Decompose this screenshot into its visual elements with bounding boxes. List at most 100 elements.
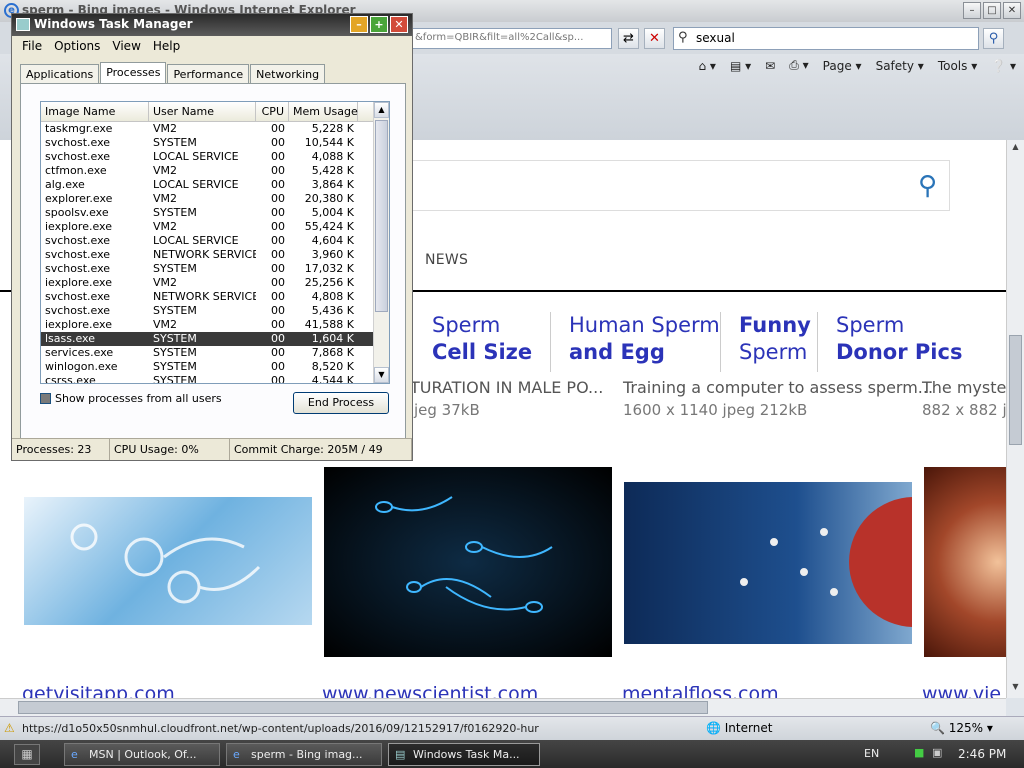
feeds-icon[interactable]: ▤ ▾ — [730, 59, 751, 73]
tab-applications[interactable]: Applications — [20, 64, 100, 84]
process-row[interactable]: svchost.exe LOCAL SERVICE 00 4,088 K — [41, 150, 389, 164]
process-row[interactable]: ctfmon.exe VM2 00 5,428 K — [41, 164, 389, 178]
related-search-4[interactable]: Sperm Donor Pics — [817, 312, 962, 372]
address-bar[interactable]: &form=QBIR&filt=all%2Call&sp... — [410, 28, 612, 49]
scroll-up-icon[interactable]: ▲ — [1009, 142, 1022, 156]
related-search-3[interactable]: Funny Sperm — [720, 312, 811, 372]
zoom-level[interactable]: 🔍 125% ▾ — [930, 721, 993, 735]
network-icon[interactable]: ▣ — [932, 746, 942, 759]
page-vertical-scrollbar[interactable]: ▲ ▼ — [1006, 140, 1024, 698]
close-button[interactable]: ✕ — [390, 16, 408, 33]
scroll-thumb[interactable] — [1009, 335, 1022, 445]
menu-file[interactable]: File — [18, 36, 50, 56]
process-list[interactable]: Image Name User Name CPU Mem Usage taskm… — [40, 101, 390, 384]
maximize-button[interactable]: □ — [983, 2, 1001, 19]
process-row[interactable]: lsass.exe SYSTEM 00 1,604 K — [41, 332, 389, 346]
process-row[interactable]: services.exe SYSTEM 00 7,868 K — [41, 346, 389, 360]
taskbar-button-ie[interactable]: e sperm - Bing imag... — [226, 743, 382, 766]
language-indicator[interactable]: EN — [864, 747, 879, 760]
image-caption-title[interactable]: TURATION IN MALE PO... — [410, 378, 603, 397]
bing-search-box[interactable]: ⚲ — [410, 160, 950, 211]
image-thumbnail[interactable] — [924, 467, 1006, 657]
process-row[interactable]: svchost.exe NETWORK SERVICE 00 3,960 K — [41, 248, 389, 262]
process-row[interactable]: iexplore.exe VM2 00 55,424 K — [41, 220, 389, 234]
taskbar-button-task-manager[interactable]: ▤ Windows Task Ma... — [388, 743, 540, 766]
image-source-link[interactable]: mentalfloss.com — [622, 683, 779, 698]
image-caption-title[interactable]: The myster — [922, 378, 1006, 397]
image-thumbnail[interactable] — [324, 467, 612, 657]
process-row[interactable]: csrss.exe SYSTEM 00 4,544 K — [41, 374, 389, 383]
column-cpu[interactable]: CPU — [256, 102, 289, 121]
task-manager-title-bar[interactable]: Windows Task Manager – + ✕ — [12, 14, 412, 36]
safety-menu[interactable]: Safety ▾ — [876, 59, 924, 73]
status-url: https://d1o50x50snmhul.cloudfront.net/wp… — [22, 722, 539, 735]
scroll-down-icon[interactable]: ▼ — [374, 367, 389, 383]
image-thumbnail[interactable] — [24, 497, 312, 625]
refresh-icon[interactable]: ⇄ — [618, 28, 639, 49]
tools-menu[interactable]: Tools ▾ — [938, 59, 977, 73]
tab-news[interactable]: NEWS — [425, 252, 468, 268]
image-caption-title[interactable]: Training a computer to assess sperm... — [623, 378, 933, 397]
show-all-processes-checkbox[interactable]: Show processes from all users — [40, 392, 222, 405]
image-source-link[interactable]: getvisitapp.com — [22, 683, 175, 698]
process-row[interactable]: alg.exe LOCAL SERVICE 00 3,864 K — [41, 178, 389, 192]
help-icon[interactable]: ❔ ▾ — [991, 59, 1016, 73]
scroll-up-icon[interactable]: ▲ — [374, 102, 389, 118]
process-image-name: winlogon.exe — [45, 360, 118, 373]
process-row[interactable]: explorer.exe VM2 00 20,380 K — [41, 192, 389, 206]
process-list-scrollbar[interactable]: ▲ ▼ — [373, 102, 389, 383]
related-search-2[interactable]: Human Sperm and Egg — [550, 312, 720, 372]
process-row[interactable]: svchost.exe SYSTEM 00 10,544 K — [41, 136, 389, 150]
process-row[interactable]: svchost.exe NETWORK SERVICE 00 4,808 K — [41, 290, 389, 304]
menu-view[interactable]: View — [108, 36, 148, 56]
start-button[interactable]: ▦ — [14, 744, 40, 765]
column-image-name[interactable]: Image Name — [41, 102, 149, 121]
process-mem-usage: 20,380 K — [304, 192, 354, 205]
tray-app-icon[interactable]: ■ — [914, 746, 924, 759]
end-process-button[interactable]: End Process — [293, 392, 389, 414]
process-row[interactable]: iexplore.exe VM2 00 41,588 K — [41, 318, 389, 332]
status-cpu-usage: CPU Usage: 0% — [110, 439, 230, 460]
process-user-name: VM2 — [153, 192, 178, 205]
image-thumbnail[interactable] — [624, 482, 912, 644]
maximize-button[interactable]: + — [370, 16, 388, 33]
related-search-1[interactable]: Sperm Cell Size — [432, 312, 532, 372]
image-source-link[interactable]: www.newscientist.com — [322, 683, 538, 698]
home-icon[interactable]: ⌂ ▾ — [699, 59, 716, 73]
tab-performance[interactable]: Performance — [167, 64, 250, 84]
process-row[interactable]: spoolsv.exe SYSTEM 00 5,004 K — [41, 206, 389, 220]
minimize-button[interactable]: – — [350, 16, 368, 33]
tab-networking[interactable]: Networking — [250, 64, 326, 84]
column-mem-usage[interactable]: Mem Usage — [289, 102, 358, 121]
security-zone[interactable]: 🌐 Internet — [706, 721, 772, 735]
scroll-thumb[interactable] — [18, 701, 708, 714]
process-row[interactable]: svchost.exe LOCAL SERVICE 00 4,604 K — [41, 234, 389, 248]
menu-help[interactable]: Help — [149, 36, 188, 56]
process-row[interactable]: iexplore.exe VM2 00 25,256 K — [41, 276, 389, 290]
clock[interactable]: 2:46 PM — [958, 747, 1006, 761]
process-row[interactable]: taskmgr.exe VM2 00 5,228 K — [41, 122, 389, 136]
scroll-thumb[interactable] — [375, 120, 388, 312]
process-row[interactable]: svchost.exe SYSTEM 00 17,032 K — [41, 262, 389, 276]
close-button[interactable]: ✕ — [1003, 2, 1021, 19]
process-row[interactable]: svchost.exe SYSTEM 00 5,436 K — [41, 304, 389, 318]
command-bar: ⌂ ▾ ▤ ▾ ✉ ⎙ ▾ Page ▾ Safety ▾ Tools ▾ ❔ … — [699, 58, 1017, 73]
page-menu[interactable]: Page ▾ — [823, 59, 862, 73]
search-go-button[interactable]: ⚲ — [983, 28, 1004, 49]
page-horizontal-scrollbar[interactable] — [0, 698, 1006, 716]
bing-search-icon[interactable]: ⚲ — [918, 171, 937, 201]
minimize-button[interactable]: – — [963, 2, 981, 19]
column-user-name[interactable]: User Name — [149, 102, 256, 121]
menu-options[interactable]: Options — [50, 36, 108, 56]
checkbox-box[interactable] — [40, 393, 51, 404]
tab-processes[interactable]: Processes — [100, 62, 167, 84]
stop-icon[interactable]: ✕ — [644, 28, 665, 49]
search-input[interactable]: ⚲ sexual — [673, 27, 979, 50]
image-source-link[interactable]: www.vie — [922, 683, 1001, 698]
process-row[interactable]: winlogon.exe SYSTEM 00 8,520 K — [41, 360, 389, 374]
taskbar-button-msn[interactable]: e MSN | Outlook, Of... — [64, 743, 220, 766]
scroll-down-icon[interactable]: ▼ — [1009, 682, 1022, 696]
mail-icon[interactable]: ✉ — [765, 59, 775, 73]
process-cpu: 00 — [271, 164, 285, 177]
print-icon[interactable]: ⎙ ▾ — [789, 58, 808, 73]
